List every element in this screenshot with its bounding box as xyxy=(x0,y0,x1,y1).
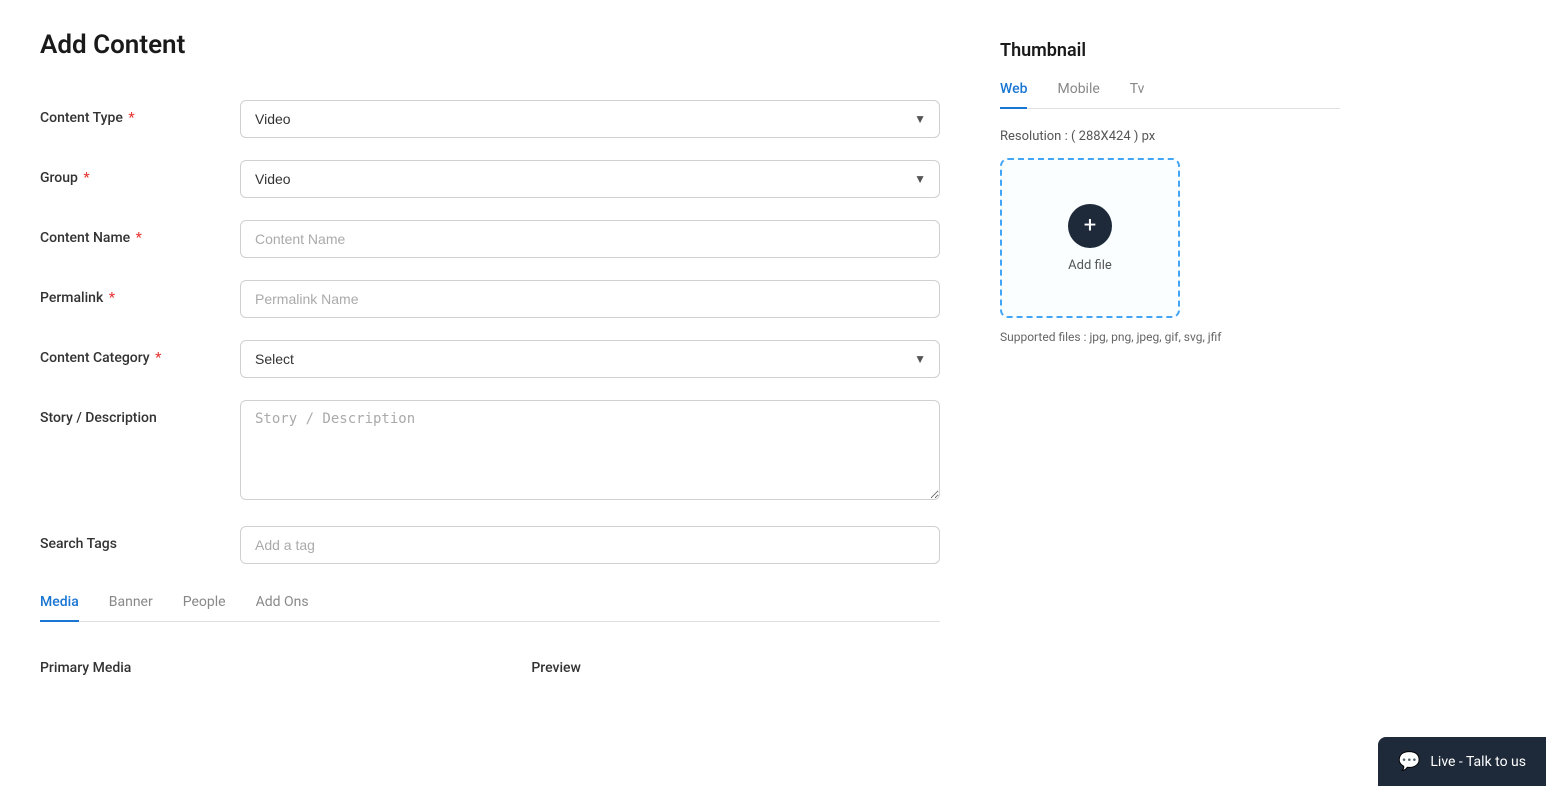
tab-banner[interactable]: Banner xyxy=(109,594,153,622)
add-file-icon: + xyxy=(1068,204,1112,248)
content-type-select[interactable]: Video Audio Article Image xyxy=(240,100,940,138)
group-select[interactable]: Video Audio Article xyxy=(240,160,940,198)
content-name-input[interactable] xyxy=(240,220,940,258)
story-description-row: Story / Description xyxy=(40,400,940,504)
story-description-field xyxy=(240,400,940,504)
thumbnail-tab-mobile[interactable]: Mobile xyxy=(1057,81,1099,109)
live-chat-button[interactable]: 💬 Live - Talk to us xyxy=(1378,737,1546,786)
bottom-tabs: Media Banner People Add Ons xyxy=(40,594,940,622)
content-category-select[interactable]: Select Category 1 Category 2 xyxy=(240,340,940,378)
bottom-section-labels: Primary Media Preview xyxy=(40,640,940,676)
right-panel: Thumbnail Web Mobile Tv Resolution : ( 2… xyxy=(1000,30,1340,676)
content-type-label: Content Type * xyxy=(40,100,220,126)
group-row: Group * Video Audio Article ▼ xyxy=(40,160,940,198)
content-name-field xyxy=(240,220,940,258)
chat-icon: 💬 xyxy=(1398,751,1420,772)
content-name-label: Content Name * xyxy=(40,220,220,246)
thumbnail-tabs: Web Mobile Tv xyxy=(1000,81,1340,109)
story-description-label: Story / Description xyxy=(40,400,220,426)
search-tags-field xyxy=(240,526,940,564)
live-chat-label: Live - Talk to us xyxy=(1430,754,1526,770)
permalink-row: Permalink * xyxy=(40,280,940,318)
upload-box[interactable]: + Add file xyxy=(1000,158,1180,318)
primary-media-label: Primary Media xyxy=(40,660,131,676)
search-tags-input[interactable] xyxy=(240,526,940,564)
resolution-text: Resolution : ( 288X424 ) px xyxy=(1000,129,1340,144)
content-type-row: Content Type * Video Audio Article Image… xyxy=(40,100,940,138)
group-field: Video Audio Article ▼ xyxy=(240,160,940,198)
tab-media[interactable]: Media xyxy=(40,594,79,622)
content-type-field: Video Audio Article Image ▼ xyxy=(240,100,940,138)
search-tags-label: Search Tags xyxy=(40,526,220,552)
thumbnail-title: Thumbnail xyxy=(1000,40,1340,61)
tab-addons[interactable]: Add Ons xyxy=(256,594,309,622)
content-category-row: Content Category * Select Category 1 Cat… xyxy=(40,340,940,378)
content-category-label: Content Category * xyxy=(40,340,220,366)
content-name-row: Content Name * xyxy=(40,220,940,258)
content-type-select-wrapper: Video Audio Article Image ▼ xyxy=(240,100,940,138)
permalink-field xyxy=(240,280,940,318)
permalink-input[interactable] xyxy=(240,280,940,318)
group-select-wrapper: Video Audio Article ▼ xyxy=(240,160,940,198)
group-label: Group * xyxy=(40,160,220,186)
search-tags-row: Search Tags xyxy=(40,526,940,564)
thumbnail-tab-tv[interactable]: Tv xyxy=(1130,81,1145,109)
left-panel: Add Content Content Type * Video Audio A… xyxy=(40,30,940,676)
content-category-field: Select Category 1 Category 2 ▼ xyxy=(240,340,940,378)
content-category-select-wrapper: Select Category 1 Category 2 ▼ xyxy=(240,340,940,378)
story-description-input[interactable] xyxy=(240,400,940,500)
permalink-label: Permalink * xyxy=(40,280,220,306)
supported-files-text: Supported files : jpg, png, jpeg, gif, s… xyxy=(1000,330,1280,344)
thumbnail-tab-web[interactable]: Web xyxy=(1000,81,1027,109)
tab-people[interactable]: People xyxy=(183,594,226,622)
preview-label: Preview xyxy=(531,660,581,676)
add-file-label: Add file xyxy=(1068,258,1112,273)
page-title: Add Content xyxy=(40,30,940,60)
